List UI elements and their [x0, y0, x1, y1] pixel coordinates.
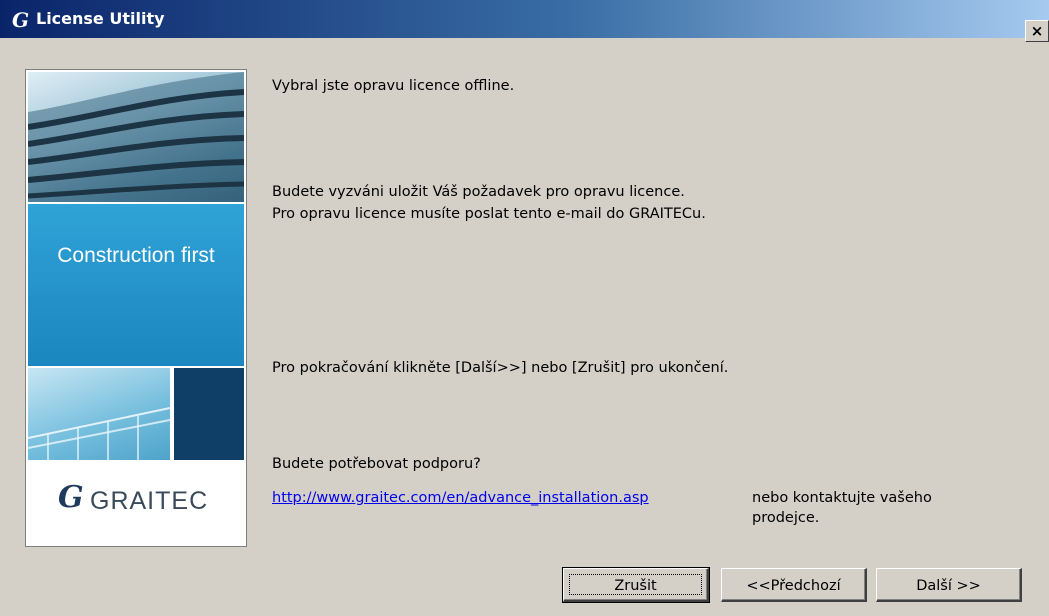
next-button-label: Další >> — [916, 578, 981, 594]
app-logo-icon: G — [12, 8, 30, 32]
bridge-illustration — [28, 407, 170, 460]
cancel-button-label: Zrušit — [614, 578, 657, 594]
navy-block — [174, 368, 244, 460]
contact-text-line1: nebo kontaktujte vašeho — [752, 490, 932, 506]
save-request-message: Budete vyzváni uložit Váš požadavek pro … — [272, 184, 685, 200]
contact-text-line2: prodejce. — [752, 510, 820, 526]
back-button[interactable]: <<Předchozí — [721, 568, 867, 602]
side-banner: Construction first G GRAITEC — [25, 69, 247, 547]
building-illustration — [28, 72, 244, 202]
close-button[interactable]: × — [1025, 20, 1049, 42]
title-bar[interactable]: G License Utility — [0, 0, 1049, 38]
window-title: License Utility — [36, 9, 165, 28]
cancel-button[interactable]: Zrušit — [562, 567, 710, 603]
graitec-logo-icon: G — [58, 480, 84, 515]
building-photo — [28, 72, 244, 202]
brand-logo: G GRAITEC — [28, 460, 244, 544]
bridge-photo — [28, 368, 170, 460]
continue-instructions: Pro pokračování klikněte [Další>>] nebo … — [272, 360, 729, 376]
offline-repair-message: Vybral jste opravu licence offline. — [272, 78, 515, 94]
send-email-message: Pro opravu licence musíte poslat tento e… — [272, 206, 706, 222]
brand-slogan: Construction first — [57, 244, 215, 267]
support-question: Budete potřebovat podporu? — [272, 456, 481, 472]
slogan-band — [28, 204, 244, 366]
support-link[interactable]: http://www.graitec.com/en/advance_instal… — [272, 488, 649, 508]
back-button-label: <<Předchozí — [746, 578, 841, 594]
brand-name: GRAITEC — [90, 487, 209, 515]
next-button[interactable]: Další >> — [876, 568, 1022, 602]
